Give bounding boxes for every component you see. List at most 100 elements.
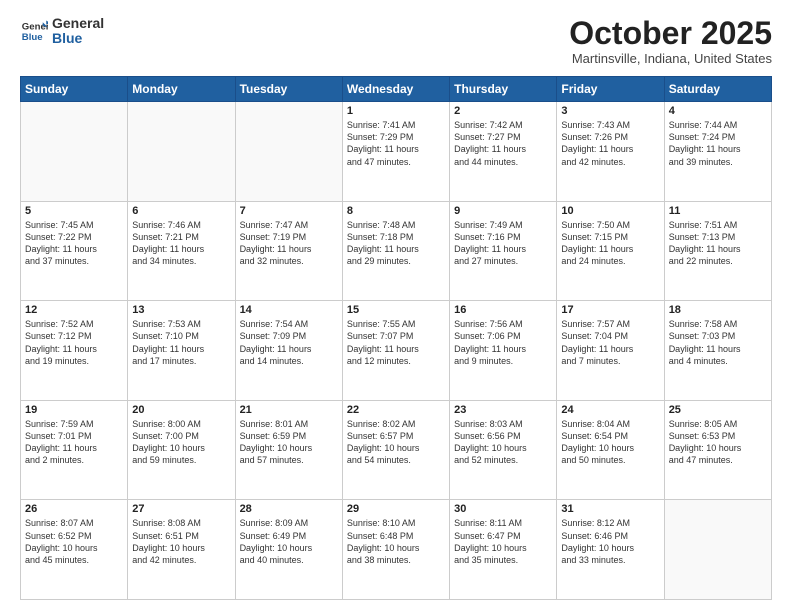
logo-general-text: General <box>52 16 104 31</box>
weekday-header-wednesday: Wednesday <box>342 77 449 102</box>
day-info: Sunrise: 8:11 AMSunset: 6:47 PMDaylight:… <box>454 517 552 566</box>
day-number: 23 <box>454 404 552 416</box>
day-info: Sunrise: 7:42 AMSunset: 7:27 PMDaylight:… <box>454 119 552 168</box>
day-number: 25 <box>669 404 767 416</box>
calendar-cell: 20Sunrise: 8:00 AMSunset: 7:00 PMDayligh… <box>128 400 235 500</box>
calendar-cell: 13 Sunrise: 7:53 AMSunset: 7:10 PMDayligh… <box>128 301 235 401</box>
day-number: 31 <box>561 503 659 515</box>
day-info: Sunrise: 8:05 AMSunset: 6:53 PMDaylight:… <box>669 418 767 467</box>
day-number: 16 <box>454 304 552 316</box>
calendar-cell: 29 Sunrise: 8:10 AMSunset: 6:48 PMDayligh… <box>342 500 449 600</box>
day-info: Sunrise: 7:46 AMSunset: 7:21 PMDaylight:… <box>132 219 230 268</box>
calendar-cell: 28Sunrise: 8:09 AMSunset: 6:49 PMDayligh… <box>235 500 342 600</box>
day-number: 20 <box>132 404 230 416</box>
calendar-cell: 10Sunrise: 7:50 AMSunset: 7:15 PMDayligh… <box>557 201 664 301</box>
weekday-header-saturday: Saturday <box>664 77 771 102</box>
day-number: 21 <box>240 404 338 416</box>
calendar-cell: 26Sunrise: 8:07 AMSunset: 6:52 PMDayligh… <box>21 500 128 600</box>
calendar-cell <box>21 102 128 202</box>
header: General Blue General Blue October 2025 M… <box>20 16 772 66</box>
day-info: Sunrise: 8:03 AMSunset: 6:56 PMDaylight:… <box>454 418 552 467</box>
day-number: 7 <box>240 205 338 217</box>
day-info: Sunrise: 8:12 AMSunset: 6:46 PMDaylight:… <box>561 517 659 566</box>
calendar-cell: 15 Sunrise: 7:55 AMSunset: 7:07 PMDayligh… <box>342 301 449 401</box>
day-number: 27 <box>132 503 230 515</box>
calendar-cell: 30 Sunrise: 8:11 AMSunset: 6:47 PMDayligh… <box>450 500 557 600</box>
day-info: Sunrise: 7:56 AMSunset: 7:06 PMDaylight:… <box>454 318 552 367</box>
title-section: October 2025 Martinsville, Indiana, Unit… <box>569 16 772 66</box>
day-number: 24 <box>561 404 659 416</box>
day-info: Sunrise: 7:52 AMSunset: 7:12 PMDaylight:… <box>25 318 123 367</box>
calendar-cell: 23 Sunrise: 8:03 AMSunset: 6:56 PMDayligh… <box>450 400 557 500</box>
day-info: Sunrise: 8:08 AMSunset: 6:51 PMDaylight:… <box>132 517 230 566</box>
svg-text:Blue: Blue <box>22 32 43 43</box>
weekday-header-row: SundayMondayTuesdayWednesdayThursdayFrid… <box>21 77 772 102</box>
day-number: 10 <box>561 205 659 217</box>
calendar-cell: 6Sunrise: 7:46 AMSunset: 7:21 PMDaylight… <box>128 201 235 301</box>
calendar-cell: 3Sunrise: 7:43 AMSunset: 7:26 PMDaylight… <box>557 102 664 202</box>
day-number: 2 <box>454 105 552 117</box>
calendar-cell: 25 Sunrise: 8:05 AMSunset: 6:53 PMDayligh… <box>664 400 771 500</box>
day-info: Sunrise: 7:51 AMSunset: 7:13 PMDaylight:… <box>669 219 767 268</box>
location: Martinsville, Indiana, United States <box>569 51 772 66</box>
day-number: 13 <box>132 304 230 316</box>
day-info: Sunrise: 8:04 AMSunset: 6:54 PMDaylight:… <box>561 418 659 467</box>
day-info: Sunrise: 8:10 AMSunset: 6:48 PMDaylight:… <box>347 517 445 566</box>
day-info: Sunrise: 7:44 AMSunset: 7:24 PMDaylight:… <box>669 119 767 168</box>
week-row-0: 1Sunrise: 7:41 AMSunset: 7:29 PMDaylight… <box>21 102 772 202</box>
day-info: Sunrise: 7:53 AMSunset: 7:10 PMDaylight:… <box>132 318 230 367</box>
calendar-cell: 8 Sunrise: 7:48 AMSunset: 7:18 PMDaylight… <box>342 201 449 301</box>
calendar-cell: 31 Sunrise: 8:12 AMSunset: 6:46 PMDayligh… <box>557 500 664 600</box>
weekday-header-monday: Monday <box>128 77 235 102</box>
calendar-cell <box>128 102 235 202</box>
calendar-cell: 1Sunrise: 7:41 AMSunset: 7:29 PMDaylight… <box>342 102 449 202</box>
day-number: 19 <box>25 404 123 416</box>
calendar-cell: 9Sunrise: 7:49 AMSunset: 7:16 PMDaylight… <box>450 201 557 301</box>
calendar-cell: 22Sunrise: 8:02 AMSunset: 6:57 PMDayligh… <box>342 400 449 500</box>
day-number: 15 <box>347 304 445 316</box>
logo-icon: General Blue <box>20 17 48 45</box>
calendar-cell <box>235 102 342 202</box>
day-number: 28 <box>240 503 338 515</box>
calendar-table: SundayMondayTuesdayWednesdayThursdayFrid… <box>20 76 772 600</box>
weekday-header-thursday: Thursday <box>450 77 557 102</box>
calendar-cell: 24 Sunrise: 8:04 AMSunset: 6:54 PMDayligh… <box>557 400 664 500</box>
day-number: 3 <box>561 105 659 117</box>
calendar-cell: 17Sunrise: 7:57 AMSunset: 7:04 PMDayligh… <box>557 301 664 401</box>
day-info: Sunrise: 7:45 AMSunset: 7:22 PMDaylight:… <box>25 219 123 268</box>
calendar-cell: 14Sunrise: 7:54 AMSunset: 7:09 PMDayligh… <box>235 301 342 401</box>
calendar-cell: 4 Sunrise: 7:44 AMSunset: 7:24 PMDaylight… <box>664 102 771 202</box>
page: General Blue General Blue October 2025 M… <box>0 0 792 612</box>
week-row-4: 26Sunrise: 8:07 AMSunset: 6:52 PMDayligh… <box>21 500 772 600</box>
weekday-header-friday: Friday <box>557 77 664 102</box>
svg-text:General: General <box>22 22 48 33</box>
day-info: Sunrise: 7:41 AMSunset: 7:29 PMDaylight:… <box>347 119 445 168</box>
day-number: 30 <box>454 503 552 515</box>
day-info: Sunrise: 7:54 AMSunset: 7:09 PMDaylight:… <box>240 318 338 367</box>
calendar-cell: 7 Sunrise: 7:47 AMSunset: 7:19 PMDaylight… <box>235 201 342 301</box>
day-info: Sunrise: 7:47 AMSunset: 7:19 PMDaylight:… <box>240 219 338 268</box>
week-row-1: 5 Sunrise: 7:45 AMSunset: 7:22 PMDaylight… <box>21 201 772 301</box>
day-number: 9 <box>454 205 552 217</box>
weekday-header-tuesday: Tuesday <box>235 77 342 102</box>
day-info: Sunrise: 7:48 AMSunset: 7:18 PMDaylight:… <box>347 219 445 268</box>
day-info: Sunrise: 7:59 AMSunset: 7:01 PMDaylight:… <box>25 418 123 467</box>
day-info: Sunrise: 7:55 AMSunset: 7:07 PMDaylight:… <box>347 318 445 367</box>
day-number: 5 <box>25 205 123 217</box>
calendar-cell: 27 Sunrise: 8:08 AMSunset: 6:51 PMDayligh… <box>128 500 235 600</box>
calendar-cell: 11 Sunrise: 7:51 AMSunset: 7:13 PMDayligh… <box>664 201 771 301</box>
logo-blue-text: Blue <box>52 31 104 46</box>
weekday-header-sunday: Sunday <box>21 77 128 102</box>
calendar-cell: 19 Sunrise: 7:59 AMSunset: 7:01 PMDayligh… <box>21 400 128 500</box>
month-title: October 2025 <box>569 16 772 51</box>
day-info: Sunrise: 7:58 AMSunset: 7:03 PMDaylight:… <box>669 318 767 367</box>
calendar-cell: 12Sunrise: 7:52 AMSunset: 7:12 PMDayligh… <box>21 301 128 401</box>
day-number: 4 <box>669 105 767 117</box>
day-number: 11 <box>669 205 767 217</box>
day-number: 8 <box>347 205 445 217</box>
day-info: Sunrise: 8:01 AMSunset: 6:59 PMDaylight:… <box>240 418 338 467</box>
calendar-cell: 5 Sunrise: 7:45 AMSunset: 7:22 PMDaylight… <box>21 201 128 301</box>
day-number: 29 <box>347 503 445 515</box>
logo: General Blue General Blue <box>20 16 104 47</box>
day-number: 22 <box>347 404 445 416</box>
